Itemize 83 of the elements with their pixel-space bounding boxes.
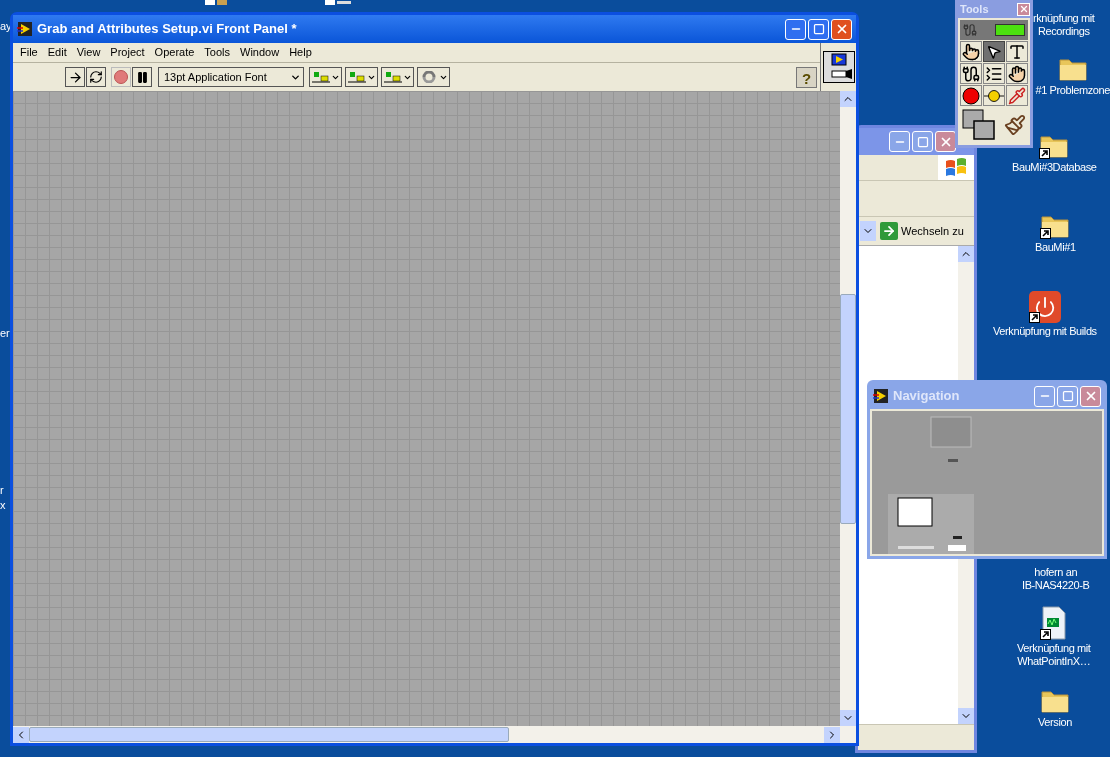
folder-icon (1057, 56, 1088, 82)
arrow-pointer-icon (986, 43, 1002, 60)
help-button[interactable]: ? (796, 66, 817, 88)
tool-button[interactable] (960, 41, 982, 62)
pointer-menu-icon (985, 64, 1003, 83)
maximize-icon (812, 23, 825, 35)
color-swatches-icon (962, 109, 996, 141)
vertical-scrollbar[interactable] (840, 91, 856, 726)
maximize-button[interactable] (808, 18, 829, 40)
menu-item[interactable]: Project (105, 44, 150, 61)
tool-button[interactable] (983, 41, 1005, 62)
menu-item[interactable]: Operate (149, 44, 200, 61)
minimize-button[interactable] (889, 131, 910, 152)
maximize-button[interactable] (912, 131, 933, 152)
pause-icon (135, 70, 149, 84)
run-arrow-icon (67, 69, 83, 85)
pause-button[interactable] (132, 67, 152, 87)
palette-title: Tools (960, 1, 989, 17)
desktop-icon-label[interactable]: er (0, 327, 10, 340)
reorder-button[interactable] (417, 67, 450, 87)
dropdown-button[interactable] (860, 221, 876, 241)
window-title: Grab and Attributes Setup.vi Front Panel * (37, 20, 297, 39)
pointing-hand-icon (962, 42, 980, 61)
run-continuously-button[interactable] (86, 67, 106, 87)
desktop-icon-label[interactable]: BauMi#1 (1035, 241, 1076, 254)
windows-logo-icon (945, 157, 967, 178)
minimize-button[interactable] (785, 18, 806, 40)
close-icon (1018, 4, 1029, 14)
desktop-icon-label[interactable]: BauMi#3Database (1012, 161, 1097, 174)
align-icon (311, 71, 330, 83)
desktop-icon-label[interactable]: #1 Problemzone (1035, 84, 1110, 97)
tool-button[interactable] (983, 63, 1005, 84)
eyedropper-icon (1008, 86, 1026, 105)
close-button[interactable] (1017, 2, 1030, 16)
paintbrush-icon (1004, 114, 1026, 136)
menu-item[interactable]: Edit (42, 44, 72, 61)
close-button[interactable] (935, 131, 956, 152)
open-hand-icon (1008, 64, 1026, 83)
menu-item[interactable]: Help (284, 44, 317, 61)
text-tool-icon (1008, 42, 1026, 61)
labview-icon (873, 388, 889, 404)
probe-icon (984, 88, 1004, 103)
desktop-icon-label[interactable]: Verknüpfung mit Builds (993, 325, 1097, 338)
stop-sign-icon (962, 86, 980, 105)
tool-button[interactable] (983, 85, 1005, 106)
menu-item[interactable]: Tools (199, 44, 236, 61)
vi-icon (822, 51, 855, 83)
desktop-icon-label[interactable]: Version (1038, 716, 1072, 729)
align-objects-button[interactable] (309, 67, 342, 87)
minimize-button[interactable] (1034, 385, 1055, 407)
go-button[interactable]: Wechseln zu (880, 222, 964, 240)
close-button[interactable] (831, 18, 852, 40)
align-icon (347, 71, 366, 83)
align-icon (383, 71, 402, 83)
power-shortcut-icon (1028, 291, 1061, 323)
menu-item[interactable]: Window (235, 44, 285, 61)
scroll-down-button[interactable] (958, 708, 974, 724)
menu-item[interactable]: File (15, 44, 43, 61)
circular-arrows-icon (89, 70, 103, 84)
tool-button[interactable] (1006, 41, 1028, 62)
window-title: Navigation (893, 387, 960, 406)
run-button[interactable] (65, 67, 85, 87)
tool-button[interactable] (1006, 63, 1028, 84)
desktop-icon-label[interactable]: rknüpfung mit Recordings (1033, 12, 1095, 38)
maximize-button[interactable] (1057, 385, 1078, 407)
maximize-icon (916, 135, 929, 148)
automatic-tool-toggle[interactable] (960, 20, 1028, 40)
maximize-icon (1061, 390, 1074, 402)
distribute-objects-button[interactable] (345, 67, 378, 87)
desktop-icon-label[interactable]: r (0, 484, 4, 497)
scroll-up-button[interactable] (958, 246, 974, 262)
folder-icon (1039, 688, 1070, 714)
tool-button[interactable] (960, 85, 982, 106)
font-dropdown[interactable]: 13pt Application Font (158, 67, 304, 87)
stop-icon (114, 70, 128, 84)
menu-item[interactable]: View (71, 44, 106, 61)
resize-objects-button[interactable] (381, 67, 414, 87)
close-button[interactable] (1080, 385, 1101, 407)
labview-icon (17, 21, 33, 37)
desktop-icon-label[interactable]: Verknüpfung mit WhatPointInX… (1017, 642, 1091, 668)
horizontal-scrollbar[interactable] (13, 726, 856, 743)
desktop-icon-label[interactable]: x (0, 499, 6, 512)
desktop-icon-label[interactable]: hofern an IB-NAS4220-B (1022, 566, 1090, 592)
